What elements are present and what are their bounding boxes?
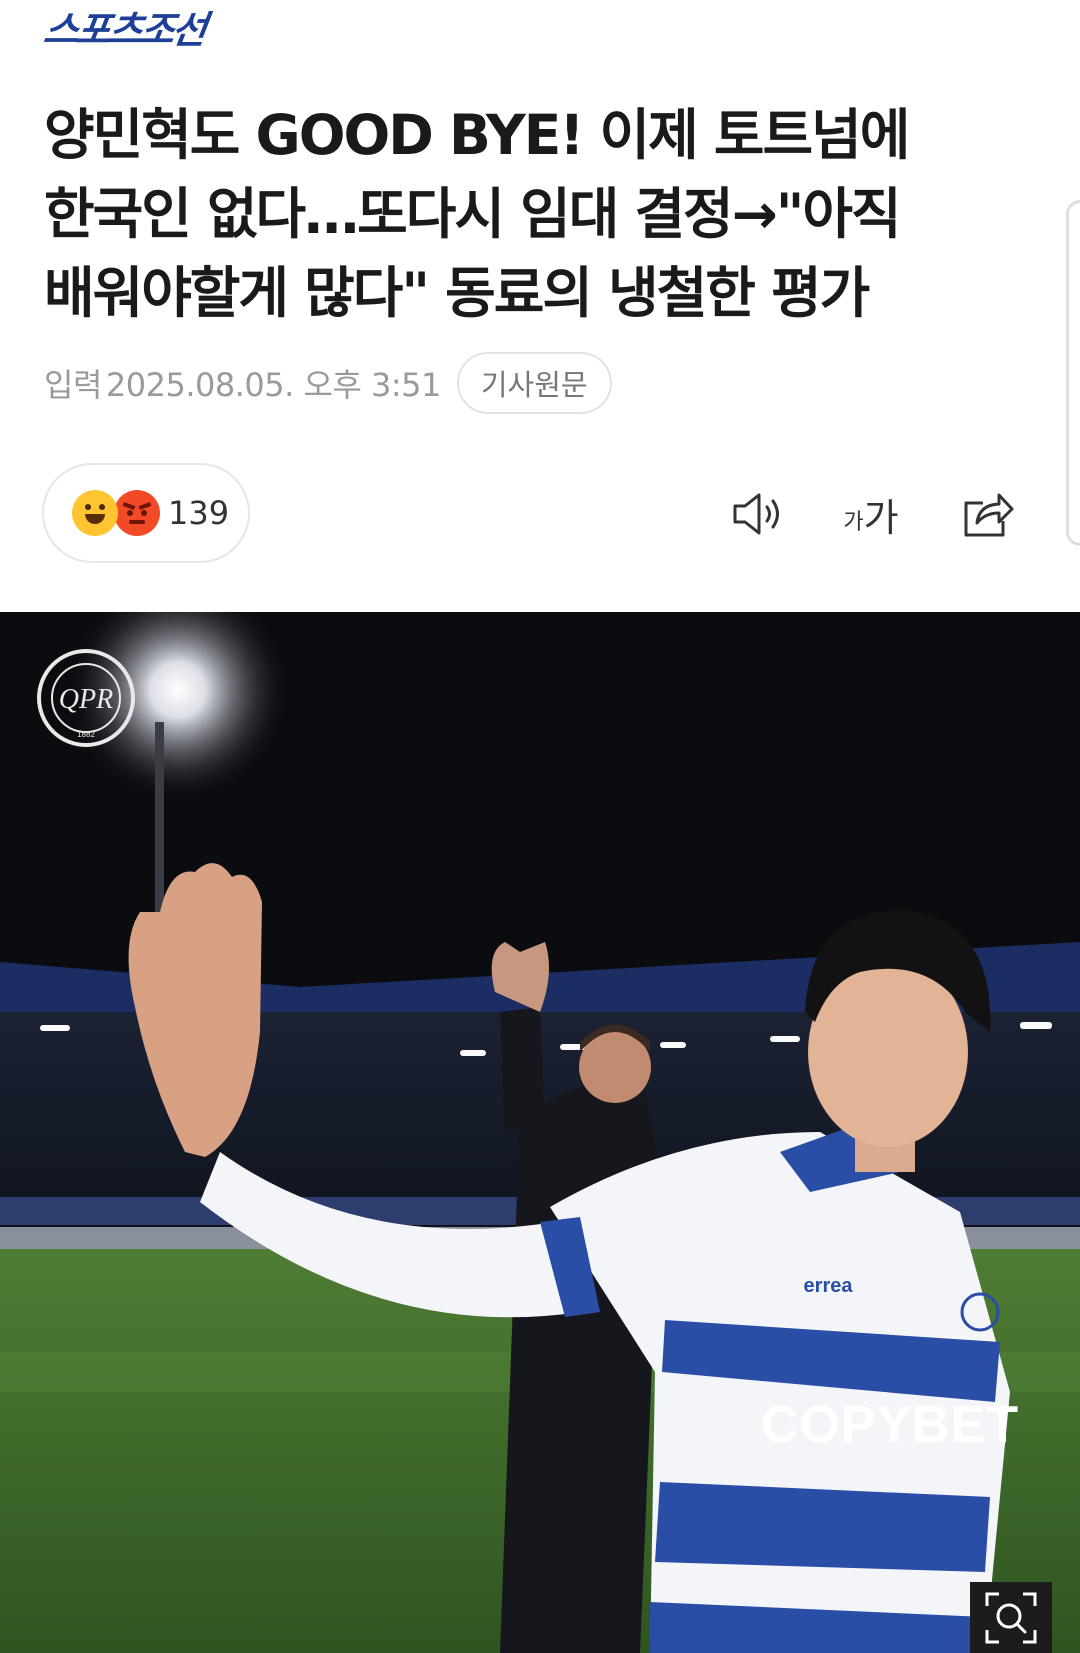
reaction-count: 139 [168, 494, 230, 532]
font-size-icon[interactable]: 가 가 [836, 484, 906, 544]
crest-year: 1882 [77, 730, 95, 739]
brand-logo[interactable]: 스포츠조선 [41, 8, 207, 52]
font-size-large-label: 가 [863, 495, 899, 540]
happy-face-icon [72, 490, 118, 536]
font-size-small-label: 가 [843, 510, 864, 535]
published-date: 2025.08.05. 오후 3:51 [105, 366, 441, 404]
reaction-button[interactable]: 139 [42, 463, 250, 563]
origin-link-button[interactable]: 기사원문 [456, 352, 612, 414]
reaction-emojis [72, 488, 164, 538]
angry-face-icon [114, 490, 160, 536]
article-meta: 입력 2025.08.05. 오후 3:51 기사원문 [44, 350, 612, 416]
share-icon[interactable] [958, 484, 1018, 544]
sponsor-text: COPYBET [761, 1396, 1019, 1454]
kit-maker-text: errea [804, 1275, 854, 1297]
crest-monogram: QPR [59, 684, 113, 715]
article-title: 양민혁도 GOOD BYE! 이제 토트넘에 한국인 없다…또다시 임대 결정→… [44, 103, 910, 325]
published-label: 입력 [44, 366, 102, 404]
zoom-icon[interactable] [970, 1582, 1052, 1653]
speaker-icon[interactable] [727, 484, 787, 544]
side-panel-tab[interactable] [1066, 200, 1080, 546]
article-page: 스포츠조선 양민혁도 GOOD BYE! 이제 토트넘에 한국인 없다…또다시 … [0, 0, 1080, 1653]
article-photo[interactable]: QPR 1882 errea COPYBET [0, 612, 1080, 1653]
